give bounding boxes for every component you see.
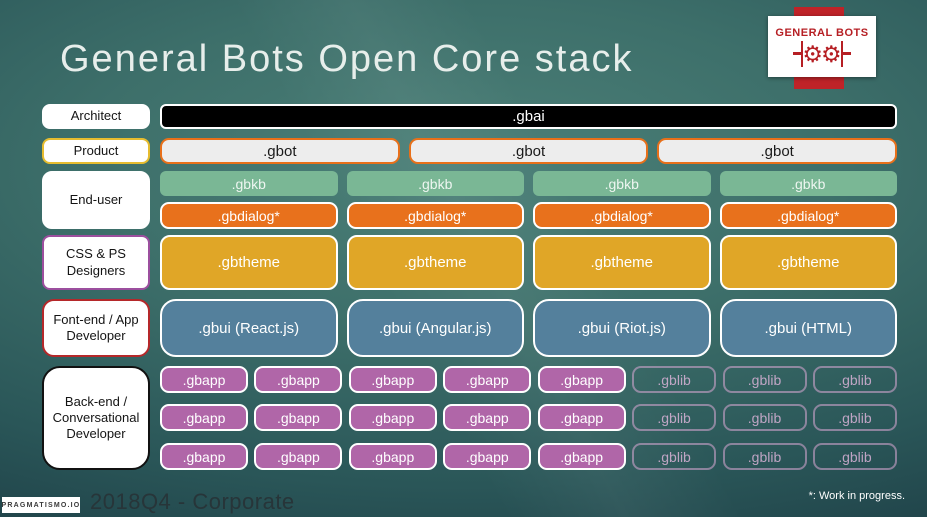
gbapp-box: .gbapp	[537, 404, 626, 431]
gbkb-box: .gbkb	[346, 171, 524, 196]
gblib-box: .gblib	[812, 443, 897, 470]
gears-icon: ⚙ ⚙	[792, 40, 852, 67]
gear-tick-icon	[843, 52, 852, 55]
gear-tick-icon	[792, 52, 801, 55]
gblib-box: .gblib	[812, 366, 897, 393]
gbkb-box: .gbkb	[160, 171, 338, 196]
gblib-box: .gblib	[632, 443, 717, 470]
gbui-angular-box: .gbui (Angular.js)	[346, 299, 524, 357]
logo-brand-text: GENERAL BOTS	[775, 26, 869, 39]
gblib-box: .gblib	[722, 443, 807, 470]
gblib-box: .gblib	[632, 404, 717, 431]
gbapp-box: .gbapp	[254, 404, 343, 431]
slide-canvas: General Bots Open Core stack GENERAL BOT…	[0, 0, 927, 517]
gbdialog-box: .gbdialog*	[719, 202, 897, 229]
gear-icon: ⚙	[802, 40, 823, 67]
gbtheme-box: .gbtheme	[719, 235, 897, 290]
footer-edition-text: 2018Q4 - Corporate	[90, 489, 295, 514]
gbdialog-box: .gbdialog*	[533, 202, 711, 229]
gear-icon: ⚙	[821, 40, 842, 67]
gbkb-box: .gbkb	[533, 171, 711, 196]
gbapp-box: .gbapp	[537, 443, 626, 470]
gbapp-box: .gbapp	[160, 366, 248, 393]
work-in-progress-note: *: Work in progress.	[808, 490, 905, 502]
gbui-riot-box: .gbui (Riot.js)	[533, 299, 711, 357]
gbapp-box: .gbapp	[254, 366, 343, 393]
row-label-frontend-developer: Font-end / App Developer	[42, 299, 150, 357]
gbkb-box: .gbkb	[719, 171, 897, 196]
backend-row: .gbapp .gbapp .gbapp .gbapp .gbapp .gbli…	[160, 366, 897, 393]
row-label-backend-developer: Back-end / Conversational Developer	[42, 366, 150, 470]
gbtheme-box: .gbtheme	[160, 235, 338, 290]
gbui-react-box: .gbui (React.js)	[160, 299, 338, 357]
pragmatismo-logo: PRAGMATISMO.IO	[2, 497, 80, 513]
pragmatismo-logo-text: PRAGMATISMO.IO	[1, 501, 81, 509]
gbapp-box: .gbapp	[443, 404, 532, 431]
gblib-box: .gblib	[722, 404, 807, 431]
gbot-box: .gbot	[160, 138, 400, 164]
gbapp-box: .gbapp	[254, 443, 343, 470]
gbdialog-box: .gbdialog*	[160, 202, 338, 229]
row-label-architect: Architect	[42, 104, 150, 129]
gbot-row: .gbot .gbot .gbot	[160, 138, 898, 164]
row-label-end-user: End-user	[42, 171, 150, 229]
row-label-css-ps-designers: CSS & PS Designers	[42, 235, 150, 290]
backend-row: .gbapp .gbapp .gbapp .gbapp .gbapp .gbli…	[160, 443, 897, 470]
gbapp-box: .gbapp	[160, 404, 248, 431]
gbtheme-box: .gbtheme	[346, 235, 524, 290]
gbot-box: .gbot	[408, 138, 649, 164]
gbapp-box: .gbapp	[537, 366, 626, 393]
gbapp-box: .gbapp	[348, 366, 437, 393]
gblib-box: .gblib	[632, 366, 717, 393]
general-bots-logo: GENERAL BOTS ⚙ ⚙	[768, 16, 876, 77]
gbai-box: .gbai	[160, 104, 897, 129]
gbapp-box: .gbapp	[443, 366, 532, 393]
gbtheme-box: .gbtheme	[533, 235, 711, 290]
gbtheme-row: .gbtheme .gbtheme .gbtheme .gbtheme	[160, 235, 897, 290]
gbkb-row: .gbkb .gbkb .gbkb .gbkb	[160, 171, 897, 196]
gbui-row: .gbui (React.js) .gbui (Angular.js) .gbu…	[160, 299, 897, 357]
gbapp-box: .gbapp	[348, 404, 437, 431]
gblib-box: .gblib	[722, 366, 807, 393]
gbdialog-row: .gbdialog* .gbdialog* .gbdialog* .gbdial…	[160, 202, 897, 229]
gbapp-box: .gbapp	[348, 443, 437, 470]
row-label-product: Product	[42, 138, 150, 164]
gbapp-box: .gbapp	[443, 443, 532, 470]
gbui-html-box: .gbui (HTML)	[719, 299, 897, 357]
gbot-box: .gbot	[657, 138, 898, 164]
gblib-box: .gblib	[812, 404, 897, 431]
page-title: General Bots Open Core stack	[60, 38, 634, 80]
gbapp-box: .gbapp	[160, 443, 248, 470]
gbdialog-box: .gbdialog*	[346, 202, 524, 229]
backend-row: .gbapp .gbapp .gbapp .gbapp .gbapp .gbli…	[160, 404, 897, 431]
gbai-row: .gbai	[160, 104, 897, 129]
